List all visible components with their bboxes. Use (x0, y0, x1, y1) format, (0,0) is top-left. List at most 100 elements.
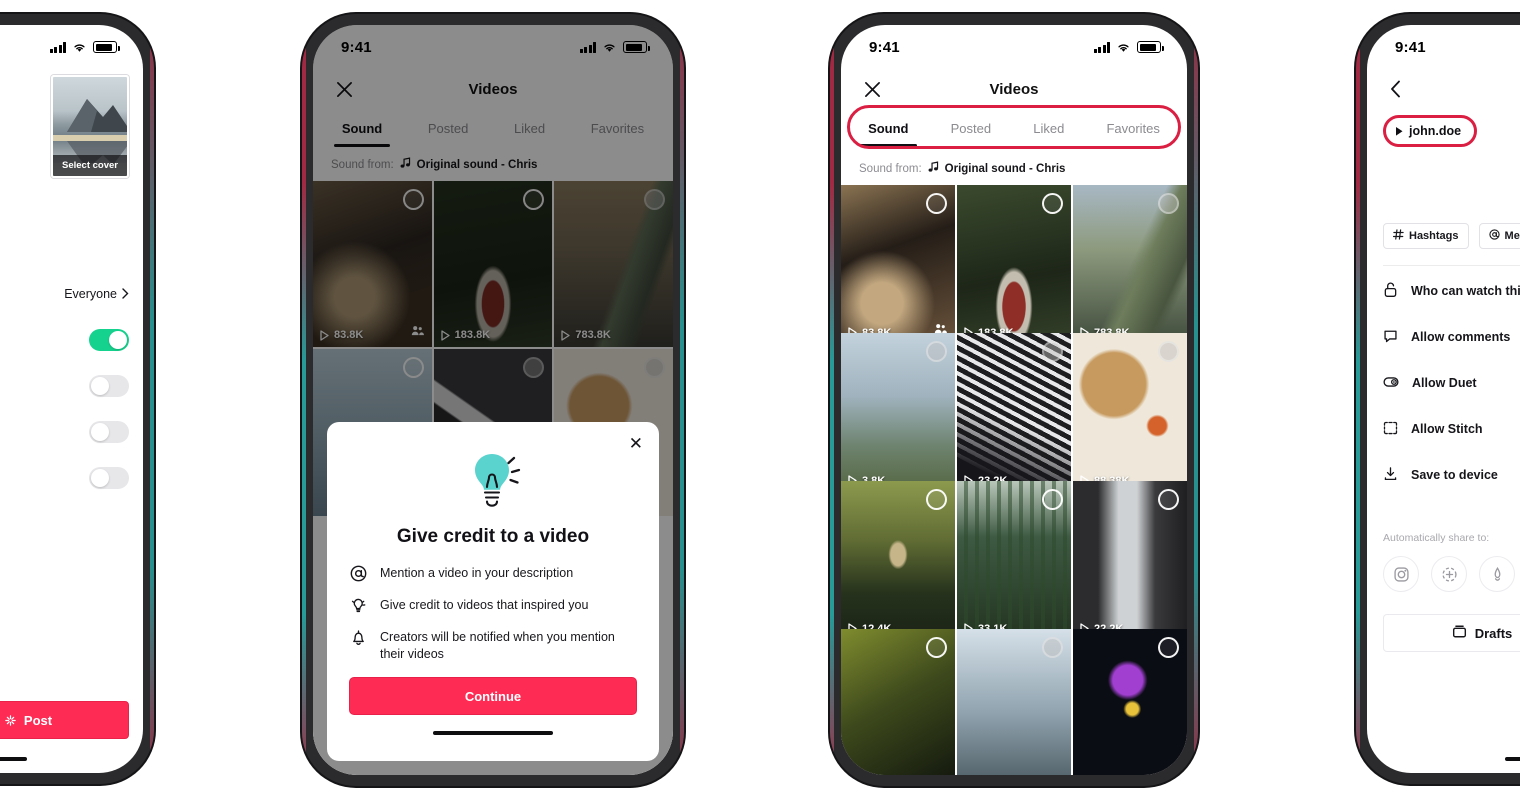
tab-favorites[interactable]: Favorites (1104, 117, 1161, 140)
username-mention[interactable]: john.doe (1383, 115, 1478, 147)
privacy-row[interactable]: Everyone (0, 271, 129, 317)
select-circle[interactable] (926, 637, 947, 658)
duet-icon (1383, 374, 1399, 393)
toggle-switch-4[interactable] (89, 466, 129, 489)
modal-item-text: Mention a video in your description (380, 566, 574, 581)
home-indicator (1505, 757, 1520, 761)
video-cell[interactable]: 783.8K (554, 181, 673, 348)
option-allow-duet[interactable]: Allow Duet (1383, 360, 1520, 406)
select-circle[interactable] (643, 189, 665, 210)
toggle-row-2[interactable] (0, 363, 129, 409)
sound-from-value[interactable]: Original sound - Chris (417, 159, 538, 171)
hashtags-chip[interactable]: Hashtags (1383, 223, 1469, 249)
select-circle[interactable] (402, 357, 424, 379)
close-icon[interactable] (859, 76, 885, 102)
share-icon-row (1383, 556, 1520, 592)
status-icons (49, 41, 120, 53)
tab-liked[interactable]: Liked (512, 117, 547, 140)
select-circle[interactable] (1042, 637, 1063, 658)
toggle-switch-3[interactable] (89, 420, 129, 443)
sound-from-row: Sound from: Original sound - Chris (313, 147, 673, 181)
tab-sound[interactable]: Sound (860, 117, 918, 147)
nav-bar: Videos (313, 69, 673, 109)
toggle-row-3[interactable] (0, 409, 129, 455)
video-cell[interactable]: 22.2K (1073, 481, 1187, 641)
option-who-can-watch[interactable]: Who can watch this video (1383, 268, 1520, 314)
toggle-switch-1[interactable] (89, 328, 129, 351)
select-circle[interactable] (1158, 489, 1179, 510)
select-circle[interactable] (1158, 637, 1179, 658)
tab-posted[interactable]: Posted (949, 117, 993, 140)
sound-from-value[interactable]: Original sound - Chris (945, 163, 1066, 175)
video-cell[interactable]: 33.1K (957, 481, 1071, 641)
signal-icon (1093, 41, 1110, 53)
modal-item: Creators will be notified when you menti… (349, 628, 637, 663)
select-circle[interactable] (1042, 341, 1063, 362)
continue-button[interactable]: Continue (349, 677, 637, 715)
select-circle[interactable] (926, 193, 947, 214)
drafts-button[interactable]: Drafts (1383, 614, 1520, 652)
username-label: john.doe (1409, 124, 1462, 138)
select-circle[interactable] (1042, 489, 1063, 510)
signal-icon (579, 41, 596, 53)
wifi-icon (604, 43, 615, 52)
chevron-left-icon[interactable] (1383, 76, 1409, 102)
select-circle[interactable] (402, 189, 424, 210)
lightbulb-icon (349, 448, 637, 518)
video-cell[interactable]: 83.8K (313, 181, 432, 348)
caption-text: s, or ou (0, 69, 41, 113)
view-count: 183.8K (441, 329, 490, 341)
video-cell[interactable]: 12.4K (841, 481, 955, 641)
tab-bar: Sound Posted Liked Favorites (841, 105, 1187, 149)
video-cell[interactable]: 88.38K (1073, 333, 1187, 493)
tab-favorites[interactable]: Favorites (589, 117, 646, 140)
video-cell[interactable]: 3.8K (841, 333, 955, 493)
cover-thumbnail[interactable]: Select cover (51, 75, 129, 178)
toggle-row-1[interactable] (0, 317, 129, 363)
phone-1-chip-row: eos (0, 229, 129, 253)
tab-sound[interactable]: Sound (333, 117, 391, 147)
page-title: Videos (468, 80, 518, 98)
select-circle[interactable] (1158, 193, 1179, 214)
status-bar: 9:41 (841, 25, 1187, 69)
privacy-value-group: Everyone (64, 287, 129, 301)
video-cell[interactable] (841, 629, 955, 775)
toggle-switch-2[interactable] (89, 374, 129, 397)
select-circle[interactable] (1158, 341, 1179, 362)
select-cover-label[interactable]: Select cover (53, 155, 127, 176)
tab-posted[interactable]: Posted (426, 117, 470, 140)
mentions-chip[interactable]: Mentions (1478, 223, 1520, 249)
post-button[interactable]: Post (0, 701, 129, 739)
video-cell[interactable] (1073, 629, 1187, 775)
video-cell[interactable] (957, 629, 1071, 775)
select-circle[interactable] (1042, 193, 1063, 214)
option-allow-stitch[interactable]: Allow Stitch (1383, 406, 1520, 452)
status-time: 9:41 (869, 38, 900, 56)
toggle-row-4[interactable] (0, 455, 129, 501)
sound-from-row: Sound from: Original sound - Chris (841, 151, 1187, 185)
option-allow-comments[interactable]: Allow comments (1383, 314, 1520, 360)
video-cell[interactable]: 83.8K (841, 185, 955, 345)
duet-icon (411, 323, 424, 341)
select-circle[interactable] (926, 341, 947, 362)
tab-liked[interactable]: Liked (1031, 117, 1066, 140)
modal-close-icon[interactable]: ✕ (629, 435, 643, 452)
option-save-to-device[interactable]: Save to device (1383, 452, 1520, 498)
video-cell[interactable]: 23.2K (957, 333, 1071, 493)
hashtag-icon (1392, 229, 1404, 243)
privacy-value: Everyone (64, 286, 117, 301)
status-icons (1093, 41, 1164, 53)
video-cell[interactable]: 783.8K (1073, 185, 1187, 345)
phone-1-body: s, or ou Select cover eos o a video (0, 69, 143, 773)
close-icon[interactable] (331, 76, 357, 102)
video-cell[interactable]: 183.8K (433, 181, 553, 348)
plus-circle-icon[interactable] (1431, 556, 1467, 592)
battery-icon (1137, 41, 1164, 53)
other-share-icon[interactable] (1479, 556, 1515, 592)
option-label: Who can watch this video (1411, 284, 1520, 298)
divider (1383, 265, 1520, 266)
share-to-label: Automatically share to: (1383, 532, 1490, 544)
instagram-icon[interactable] (1383, 556, 1419, 592)
select-circle[interactable] (926, 489, 947, 510)
video-cell[interactable]: 183.8K (957, 185, 1071, 345)
